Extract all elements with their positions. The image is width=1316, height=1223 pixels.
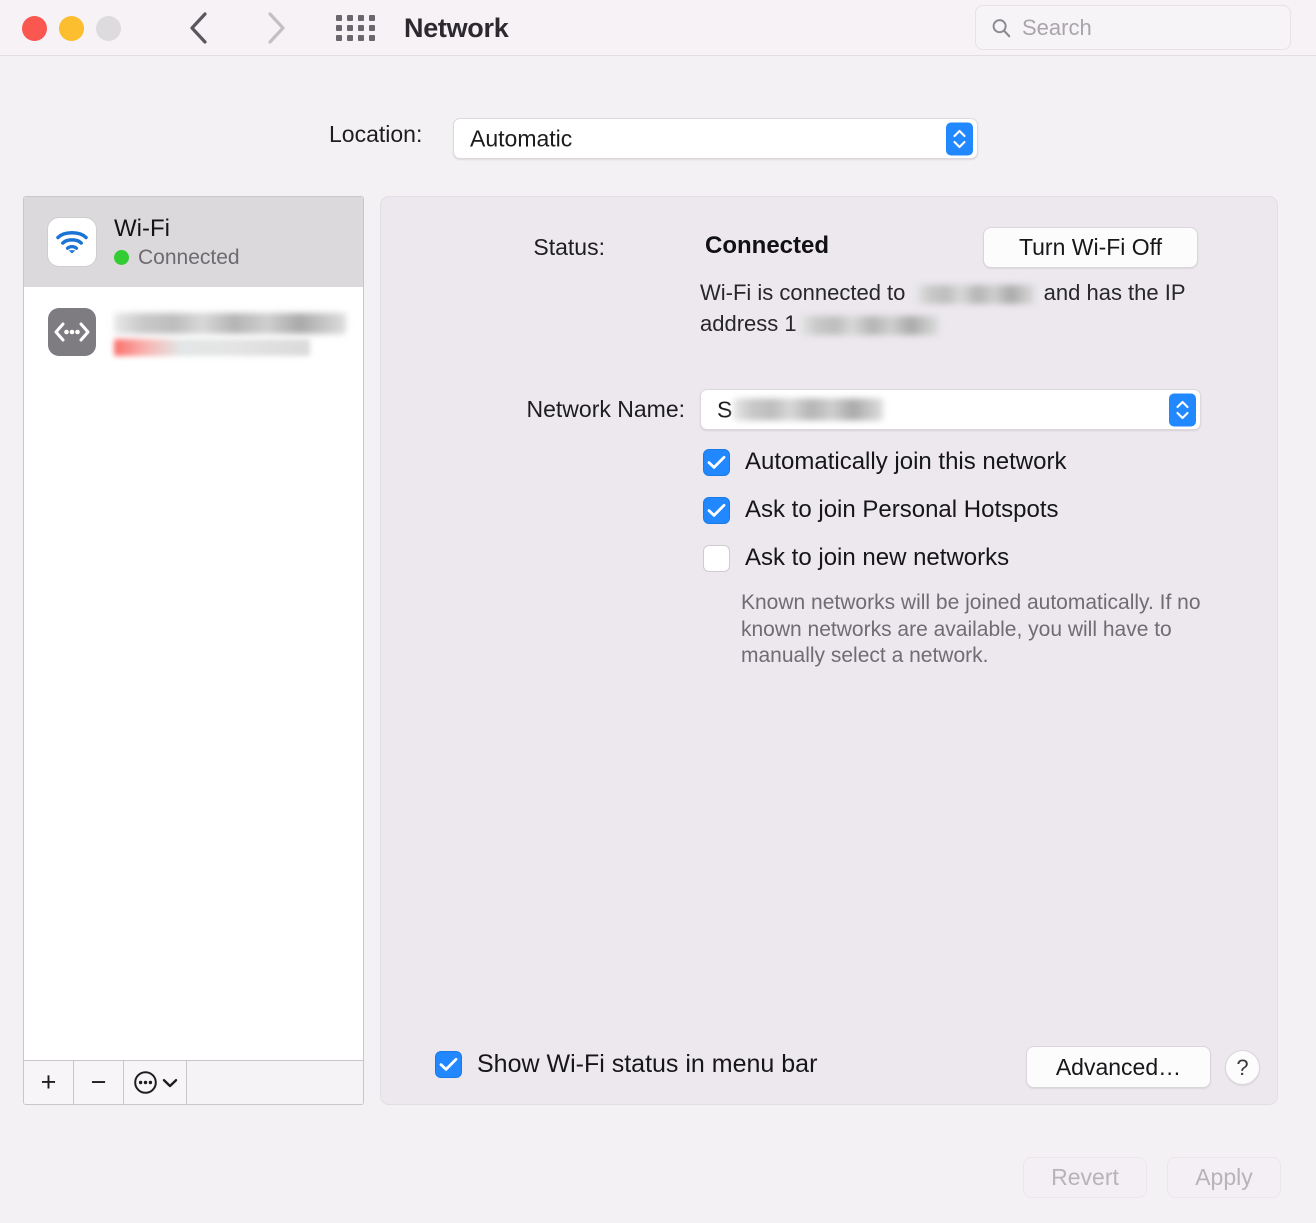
sidebar-item-redacted-name xyxy=(114,309,346,337)
ask-join-new-networks-checkbox[interactable] xyxy=(703,545,730,572)
forward-button[interactable] xyxy=(254,6,298,50)
sidebar-toolbar: + − xyxy=(24,1060,363,1104)
ask-join-hotspots-row[interactable]: Ask to join Personal Hotspots xyxy=(703,496,1059,524)
grid-dot xyxy=(358,15,364,21)
grid-dot xyxy=(369,15,375,21)
grid-dot xyxy=(347,25,353,31)
search-placeholder: Search xyxy=(1022,15,1092,41)
zoom-button[interactable] xyxy=(96,16,121,41)
join-behavior-helper-text: Known networks will be joined automatica… xyxy=(741,590,1231,670)
checkmark-icon xyxy=(439,1057,458,1072)
status-description: Wi-Fi is connected to and has the IP add… xyxy=(700,277,1200,339)
sidebar-item-redacted-status xyxy=(114,339,346,356)
back-button[interactable] xyxy=(176,6,220,50)
revert-button[interactable]: Revert xyxy=(1023,1157,1147,1198)
redacted-block xyxy=(114,339,310,356)
redacted-network-name xyxy=(915,285,1035,304)
wifi-glyph-icon xyxy=(55,229,89,255)
status-value: Connected xyxy=(705,232,829,260)
sidebar-item-wi-fi-status: Connected xyxy=(114,245,240,270)
ask-join-hotspots-checkbox[interactable] xyxy=(703,497,730,524)
service-actions-menu-button[interactable] xyxy=(124,1061,187,1104)
checkmark-icon xyxy=(707,503,726,518)
network-name-popup-button[interactable]: S xyxy=(700,389,1201,430)
chevron-down-icon xyxy=(1176,411,1189,419)
help-button[interactable]: ? xyxy=(1225,1050,1260,1085)
auto-join-network-checkbox[interactable] xyxy=(703,449,730,476)
bridge-glyph-icon xyxy=(53,321,91,343)
network-services-list: Wi-Fi Connected xyxy=(24,197,363,1060)
chevron-up-icon xyxy=(953,129,966,137)
redacted-block xyxy=(114,313,346,334)
add-service-button[interactable]: + xyxy=(24,1061,74,1104)
chevron-down-icon xyxy=(162,1078,178,1088)
traffic-light-group xyxy=(22,16,121,41)
grid-dot xyxy=(358,35,364,41)
chevron-right-icon xyxy=(265,11,287,45)
search-icon xyxy=(990,17,1012,39)
show-wifi-status-row[interactable]: Show Wi-Fi status in menu bar xyxy=(435,1050,817,1079)
sidebar-item-wi-fi-text: Wi-Fi Connected xyxy=(114,215,240,270)
chevron-down-icon xyxy=(953,140,966,148)
ellipsis-circle-icon xyxy=(133,1070,158,1095)
search-field[interactable]: Search xyxy=(975,5,1291,50)
network-services-sidebar: Wi-Fi Connected xyxy=(23,196,364,1105)
apply-button[interactable]: Apply xyxy=(1167,1157,1281,1198)
auto-join-network-row[interactable]: Automatically join this network xyxy=(703,448,1066,476)
grid-dot xyxy=(369,25,375,31)
show-wifi-status-checkbox[interactable] xyxy=(435,1051,462,1078)
wifi-icon xyxy=(48,218,96,266)
network-name-value-prefix: S xyxy=(717,396,732,423)
status-description-prefix: Wi-Fi is connected to xyxy=(700,280,905,305)
status-dot-connected xyxy=(114,250,129,265)
advanced-button[interactable]: Advanced… xyxy=(1026,1046,1211,1088)
ask-join-new-networks-label: Ask to join new networks xyxy=(745,544,1009,572)
location-popup-button[interactable]: Automatic xyxy=(453,118,978,159)
close-button[interactable] xyxy=(22,16,47,41)
ask-join-hotspots-label: Ask to join Personal Hotspots xyxy=(745,496,1059,524)
status-description-ip-prefix: 1 xyxy=(784,311,796,336)
location-value: Automatic xyxy=(470,125,572,152)
sidebar-item-wi-fi[interactable]: Wi-Fi Connected xyxy=(24,197,363,287)
chevron-up-icon xyxy=(1176,400,1189,408)
checkmark-icon xyxy=(707,455,726,470)
sidebar-item-wi-fi-name: Wi-Fi xyxy=(114,215,240,243)
redacted-block xyxy=(733,399,883,421)
network-name-stepper-arrows[interactable] xyxy=(1169,393,1196,426)
network-name-label: Network Name: xyxy=(330,396,685,423)
redacted-ip-address xyxy=(799,316,939,335)
grid-dot xyxy=(358,25,364,31)
show-wifi-status-label: Show Wi-Fi status in menu bar xyxy=(477,1050,817,1079)
grid-dot xyxy=(347,35,353,41)
title-bar: Network Search xyxy=(0,0,1316,56)
remove-service-button[interactable]: − xyxy=(74,1061,124,1104)
ask-join-new-networks-row[interactable]: Ask to join new networks xyxy=(703,544,1009,572)
location-label: Location: xyxy=(329,121,422,148)
location-stepper-arrows[interactable] xyxy=(946,122,973,155)
window-title: Network xyxy=(404,10,508,46)
status-label: Status: xyxy=(440,234,605,261)
grid-dot xyxy=(336,25,342,31)
grid-dot xyxy=(336,35,342,41)
turn-wifi-off-button[interactable]: Turn Wi-Fi Off xyxy=(983,227,1198,268)
auto-join-network-label: Automatically join this network xyxy=(745,448,1066,476)
sidebar-item-wi-fi-status-label: Connected xyxy=(138,245,240,270)
chevron-left-icon xyxy=(187,11,209,45)
sidebar-item-redacted-text xyxy=(114,309,346,356)
network-name-value: S xyxy=(717,396,883,423)
sidebar-toolbar-filler xyxy=(187,1061,363,1104)
minimize-button[interactable] xyxy=(59,16,84,41)
bridge-icon xyxy=(48,308,96,356)
grid-dot xyxy=(336,15,342,21)
grid-dot xyxy=(347,15,353,21)
show-all-grid-icon[interactable] xyxy=(332,12,378,44)
grid-dot xyxy=(369,35,375,41)
sidebar-item-redacted-service[interactable] xyxy=(24,287,363,377)
